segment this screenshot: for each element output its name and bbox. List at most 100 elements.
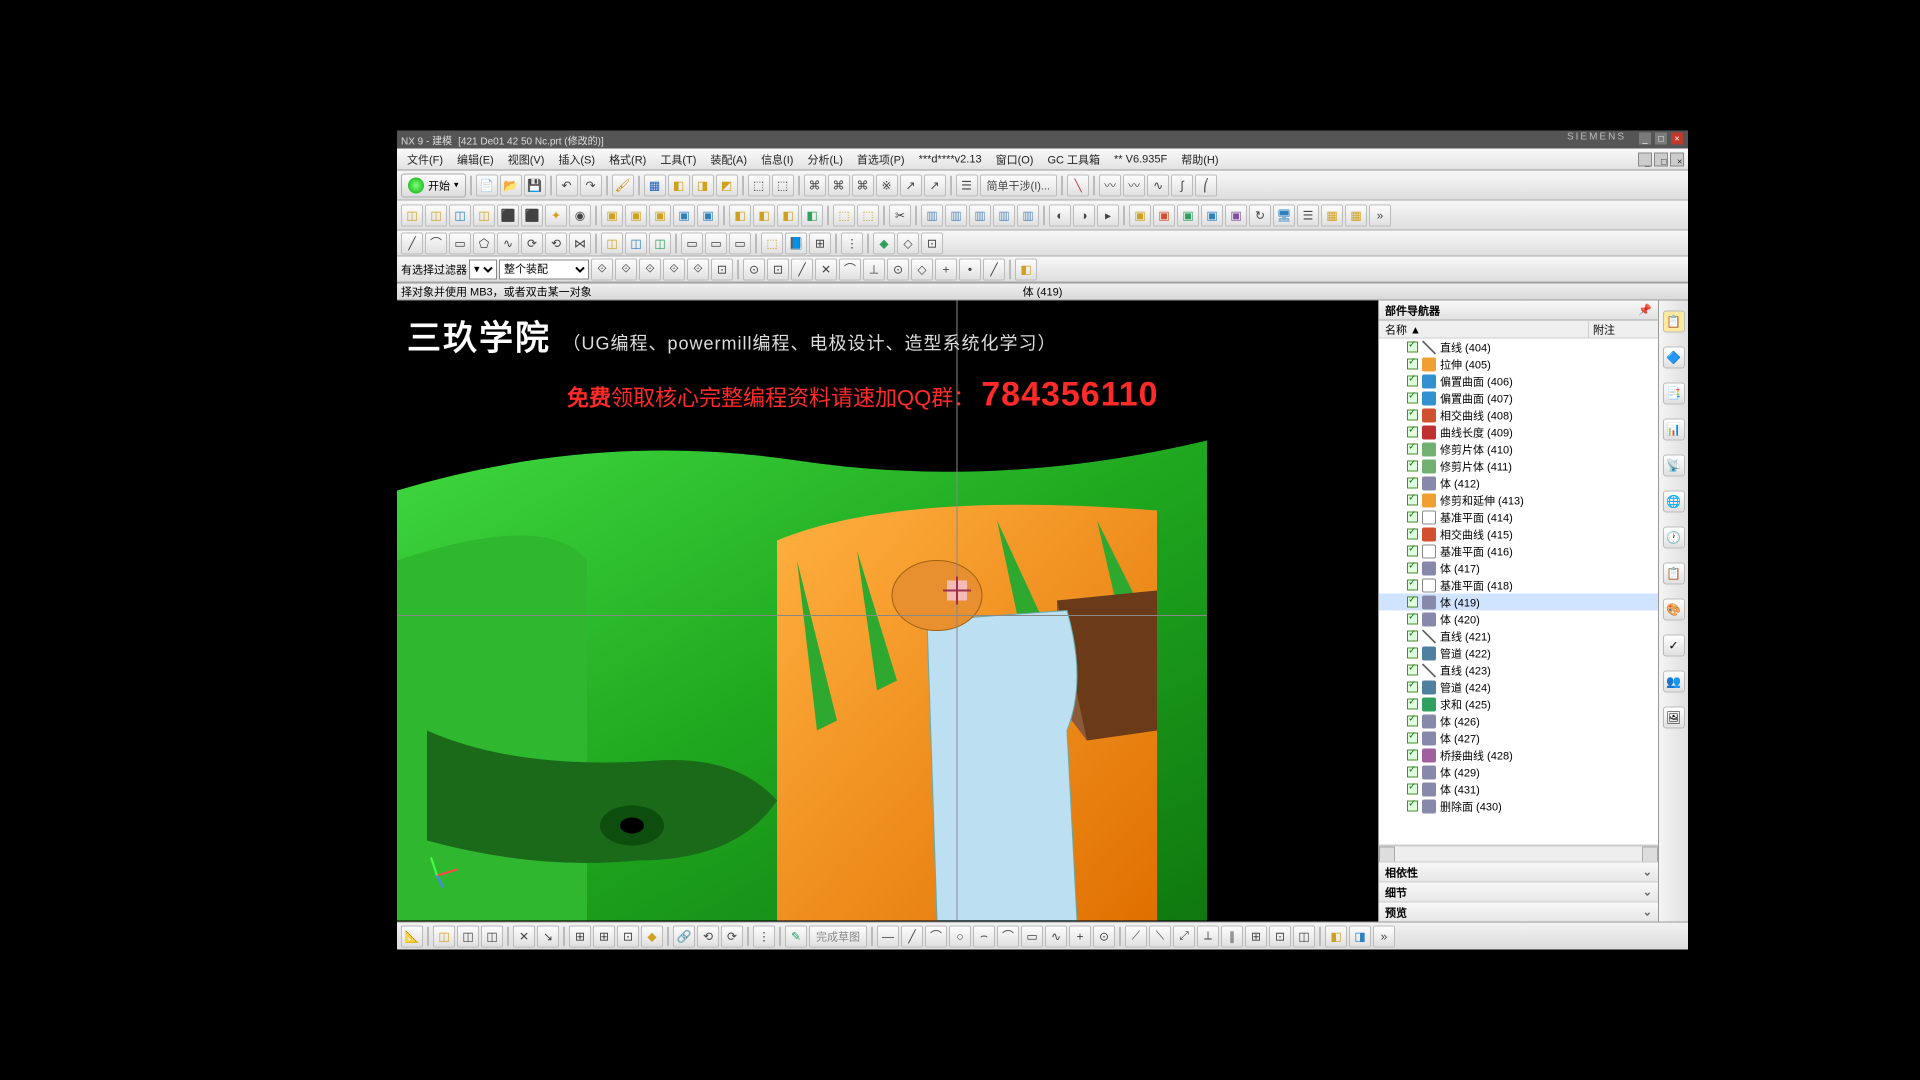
menu-plugin2[interactable]: ** V6.935F — [1108, 151, 1173, 167]
checkbox-icon[interactable] — [1407, 529, 1418, 540]
section-details[interactable]: 细节⌄ — [1379, 882, 1658, 902]
tree-row[interactable]: 拉伸 (405) — [1379, 356, 1658, 373]
r2-t5-icon[interactable]: ⬛ — [497, 204, 519, 226]
r2-surf2-icon[interactable]: ▥ — [945, 204, 967, 226]
start-button[interactable]: 开始▾ — [401, 173, 466, 197]
tab-constraint-icon[interactable]: 📑 — [1663, 383, 1685, 405]
undo-icon[interactable]: ↶ — [556, 174, 578, 196]
tree-row[interactable]: 基准平面 (414) — [1379, 509, 1658, 526]
bb-d1-icon[interactable]: ◧ — [1325, 925, 1347, 947]
maximize-button[interactable]: □ — [1654, 132, 1668, 146]
tab-people-icon[interactable]: 👥 — [1663, 671, 1685, 693]
tree-row[interactable]: 曲线长度 (409) — [1379, 424, 1658, 441]
sb-t6-icon[interactable]: ⊡ — [711, 258, 733, 280]
r3-t10-icon[interactable]: ◫ — [625, 232, 647, 254]
checkbox-icon[interactable] — [1407, 427, 1418, 438]
mdi-close-button[interactable]: × — [1670, 152, 1684, 166]
box-icon[interactable]: ▦ — [644, 174, 666, 196]
tree-row[interactable]: 体 (431) — [1379, 781, 1658, 798]
menu-tools[interactable]: 工具(T) — [654, 149, 702, 169]
checkbox-icon[interactable] — [1407, 376, 1418, 387]
checkbox-icon[interactable] — [1407, 597, 1418, 608]
tree-row[interactable]: 体 (420) — [1379, 611, 1658, 628]
checkbox-icon[interactable] — [1407, 716, 1418, 727]
checkbox-icon[interactable] — [1407, 461, 1418, 472]
menu-insert[interactable]: 插入(S) — [552, 149, 601, 169]
sb-t4-icon[interactable]: ⟐ — [663, 258, 685, 280]
tool-d-icon[interactable]: ※ — [876, 174, 898, 196]
tree-row[interactable]: 修剪和延伸 (413) — [1379, 492, 1658, 509]
bb-sk9-icon[interactable]: + — [1069, 925, 1091, 947]
r2-t3-icon[interactable]: ◫ — [449, 204, 471, 226]
bb-t12-icon[interactable]: ⟲ — [697, 925, 719, 947]
menu-assembly[interactable]: 装配(A) — [704, 149, 753, 169]
snap-mid-icon[interactable]: ⊙ — [743, 258, 765, 280]
r2-t9-icon[interactable]: ▣ — [601, 204, 623, 226]
tree-row[interactable]: 管道 (424) — [1379, 679, 1658, 696]
checkbox-icon[interactable] — [1407, 699, 1418, 710]
sb-t1-icon[interactable]: ⟐ — [591, 258, 613, 280]
r2-g7-icon[interactable]: 🖥 — [1273, 204, 1295, 226]
tool-b-icon[interactable]: ⌘ — [828, 174, 850, 196]
tree-row[interactable]: 直线 (404) — [1379, 339, 1658, 356]
col-name[interactable]: 名称 ▲ — [1379, 321, 1588, 337]
tab-check-icon[interactable]: ✓ — [1663, 635, 1685, 657]
r2-g8-icon[interactable]: ☰ — [1297, 204, 1319, 226]
snap-int-icon[interactable]: ✕ — [815, 258, 837, 280]
curve1-icon[interactable]: 〰 — [1099, 174, 1121, 196]
r2-t20-icon[interactable]: ✂ — [889, 204, 911, 226]
r3-t19-icon[interactable]: ◆ — [873, 232, 895, 254]
tool-c-icon[interactable]: ⌘ — [852, 174, 874, 196]
bb-t9-icon[interactable]: ⊡ — [617, 925, 639, 947]
finish-sketch-button[interactable]: 完成草图 — [809, 925, 867, 947]
bb-t8-icon[interactable]: ⊞ — [593, 925, 615, 947]
menu-view[interactable]: 视图(V) — [502, 149, 551, 169]
r2-f2-icon[interactable]: ◑ — [1073, 204, 1095, 226]
r2-surf5-icon[interactable]: ▥ — [1017, 204, 1039, 226]
close-button[interactable]: × — [1670, 132, 1684, 146]
paint-icon[interactable]: 🖌 — [612, 174, 634, 196]
tab-reuse-icon[interactable]: 📡 — [1663, 455, 1685, 477]
checkbox-icon[interactable] — [1407, 733, 1418, 744]
checkbox-icon[interactable] — [1407, 546, 1418, 557]
tree-row[interactable]: 管道 (422) — [1379, 645, 1658, 662]
r2-t15-icon[interactable]: ◧ — [753, 204, 775, 226]
tree-row[interactable]: 删除面 (430) — [1379, 798, 1658, 815]
bb-t2-icon[interactable]: ◫ — [433, 925, 455, 947]
bb-sk4-icon[interactable]: ○ — [949, 925, 971, 947]
tree-row[interactable]: 相交曲线 (415) — [1379, 526, 1658, 543]
r3-t16-icon[interactable]: 📘 — [785, 232, 807, 254]
menu-format[interactable]: 格式(R) — [603, 149, 652, 169]
tree-row[interactable]: 修剪片体 (410) — [1379, 441, 1658, 458]
h-scrollbar[interactable] — [1379, 846, 1658, 862]
snap-cube-icon[interactable]: ◧ — [1015, 258, 1037, 280]
mdi-minimize-button[interactable]: _ — [1638, 152, 1652, 166]
r2-t1-icon[interactable]: ◫ — [401, 204, 423, 226]
pattern-icon[interactable]: ⬚ — [772, 174, 794, 196]
tree-row[interactable]: 修剪片体 (411) — [1379, 458, 1658, 475]
snap-line-icon[interactable]: ╱ — [791, 258, 813, 280]
bb-sk10-icon[interactable]: ⊙ — [1093, 925, 1115, 947]
tree-row[interactable]: 体 (427) — [1379, 730, 1658, 747]
menu-help[interactable]: 帮助(H) — [1175, 149, 1224, 169]
checkbox-icon[interactable] — [1407, 665, 1418, 676]
r2-g9-icon[interactable]: ▦ — [1321, 204, 1343, 226]
checkbox-icon[interactable] — [1407, 410, 1418, 421]
menu-gctoolbox[interactable]: GC 工具箱 — [1041, 149, 1106, 169]
section-dependency[interactable]: 相依性⌄ — [1379, 862, 1658, 882]
curve5-icon[interactable]: ⎛ — [1195, 174, 1217, 196]
line-tool-icon[interactable]: ╲ — [1067, 174, 1089, 196]
tree-row[interactable]: 偏置曲面 (407) — [1379, 390, 1658, 407]
bb-t7-icon[interactable]: ⊞ — [569, 925, 591, 947]
menu-analyze[interactable]: 分析(L) — [801, 149, 848, 169]
r3-t8-icon[interactable]: ⋈ — [569, 232, 591, 254]
tree-row[interactable]: 体 (429) — [1379, 764, 1658, 781]
tree-row[interactable]: 体 (426) — [1379, 713, 1658, 730]
filter-scope-select[interactable]: 整个装配 — [499, 259, 589, 279]
r3-t6-icon[interactable]: ⟳ — [521, 232, 543, 254]
r3-t12-icon[interactable]: ▭ — [681, 232, 703, 254]
bb-sk5-icon[interactable]: ⌢ — [973, 925, 995, 947]
bb-t14-icon[interactable]: ⋮ — [753, 925, 775, 947]
r3-line-icon[interactable]: ╱ — [401, 232, 423, 254]
tool-e-icon[interactable]: ↗ — [900, 174, 922, 196]
